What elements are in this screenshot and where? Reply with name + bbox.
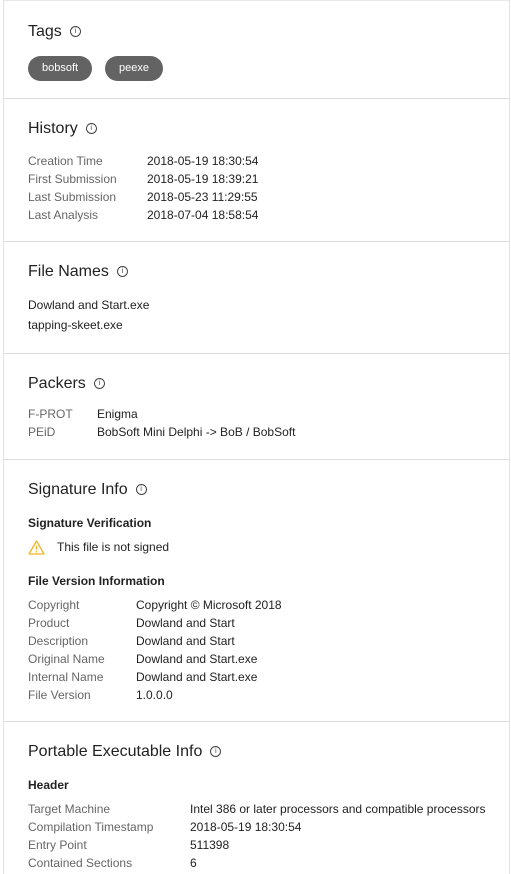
pe-info-section: Portable Executable Info i Header Target … [4, 721, 509, 874]
file-names-list: Dowland and Start.exe tapping-skeet.exe [28, 295, 149, 335]
pe-row: Target Machine Intel 386 or later process… [28, 802, 486, 816]
packer-row: PEiD BobSoft Mini Delphi -> BoB / BobSoft [28, 425, 296, 439]
packers-table: F-PROT Enigma PEiD BobSoft Mini Delphi -> … [28, 405, 295, 441]
tag-bobsoft[interactable]: bobsoft [28, 56, 93, 81]
info-icon[interactable]: i [85, 123, 97, 134]
packers-section: Packers i F-PROT Enigma PEiD BobSoft Mini D… [4, 353, 509, 460]
file-version-label: File Version Information [28, 574, 165, 588]
history-row: Last Submission 2018-05-23 11:29:55 [28, 190, 258, 204]
version-row: File Version 1.0.0.0 [28, 688, 173, 702]
version-row: Copyright Copyright © Microsoft 2018 [28, 598, 282, 612]
packers-title: Packers i [28, 375, 105, 393]
pe-info-title: Portable Executable Info i [28, 743, 222, 761]
history-section: History i Creation Time 2018-05-19 18:30:5… [4, 98, 509, 242]
version-row: Original Name Dowland and Start.exe [28, 652, 258, 666]
info-icon[interactable]: i [116, 266, 128, 277]
file-version-table: Copyright Copyright © Microsoft 2018 Prod… [28, 596, 282, 704]
version-row: Description Dowland and Start [28, 634, 235, 648]
signature-title: Signature Info i [28, 481, 147, 499]
signature-section: Signature Info i Signature Verification T… [4, 459, 509, 722]
version-row: Product Dowland and Start [28, 616, 235, 630]
packer-row: F-PROT Enigma [28, 407, 138, 421]
version-row: Internal Name Dowland and Start.exe [28, 670, 258, 684]
file-name-item: tapping-skeet.exe [28, 318, 123, 332]
file-details-panel: Tags i bobsoft peexe History i Creation Ti… [3, 0, 510, 874]
info-icon[interactable]: i [93, 378, 105, 389]
pe-row: Compilation Timestamp 2018-05-19 18:30:54 [28, 820, 302, 834]
history-row: First Submission 2018-05-19 18:39:21 [28, 172, 259, 186]
unsigned-warning: This file is not signed [28, 540, 169, 555]
tag-peexe[interactable]: peexe [105, 56, 163, 81]
history-title: History i [28, 120, 97, 138]
warning-icon [28, 540, 45, 555]
warning-text: This file is not signed [57, 540, 170, 554]
pe-row: Entry Point 511398 [28, 838, 230, 852]
file-names-title: File Names i [28, 263, 128, 281]
info-icon[interactable]: i [69, 26, 81, 37]
file-name-item: Dowland and Start.exe [28, 298, 150, 312]
pe-header-label: Header [28, 778, 69, 792]
pe-header-table: Target Machine Intel 386 or later process… [28, 800, 485, 872]
history-table: Creation Time 2018-05-19 18:30:54 First S… [28, 152, 258, 224]
file-names-section: File Names i Dowland and Start.exe tappin… [4, 241, 509, 354]
history-row: Creation Time 2018-05-19 18:30:54 [28, 154, 259, 168]
info-icon[interactable]: i [135, 484, 147, 495]
info-icon[interactable]: i [210, 746, 222, 757]
signature-verification-label: Signature Verification [28, 516, 152, 530]
tags-section: Tags i bobsoft peexe [4, 0, 509, 99]
history-row: Last Analysis 2018-07-04 18:58:54 [28, 208, 259, 222]
tags-title: Tags i [28, 23, 81, 41]
pe-row: Contained Sections 6 [28, 856, 197, 870]
